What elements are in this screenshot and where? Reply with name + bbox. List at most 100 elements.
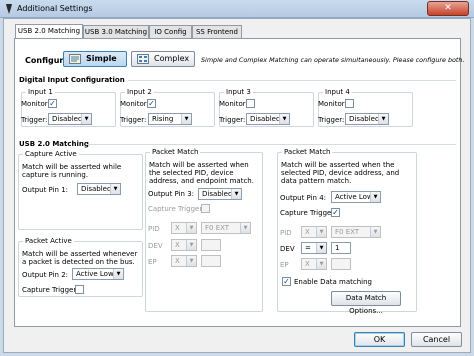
- chevron-down-icon: ▼: [378, 114, 388, 124]
- input-1-trigger-value: Disabled: [52, 115, 83, 123]
- digital-input-heading: Digital Input Configuration: [19, 76, 125, 84]
- input-4-monitor-checkbox[interactable]: [345, 99, 354, 108]
- output-pin-4-label: Output Pin 4:: [280, 194, 327, 202]
- output-pin-1-select[interactable]: Disabled ▼: [77, 183, 121, 195]
- chevron-down-icon: ▼: [186, 223, 196, 233]
- output-pin-3-label: Output Pin 3:: [148, 190, 195, 198]
- chevron-down-icon: ▼: [231, 189, 241, 199]
- ok-button[interactable]: OK: [354, 332, 405, 347]
- input-4-title: Input 4: [323, 88, 352, 96]
- packet-match-1-pid-value-select[interactable]: F0 EXT ▼: [201, 222, 251, 234]
- usb20-divider: [87, 144, 456, 145]
- chevron-down-icon: ▼: [316, 227, 326, 237]
- packet-match-1-dev-operator-value: X: [175, 241, 180, 249]
- capture-active-description: Match will be asserted while capture is …: [22, 163, 122, 179]
- packet-match-1-pid-value: F0 EXT: [205, 224, 230, 232]
- packet-match-1-ep-label: EP: [148, 258, 157, 266]
- chevron-down-icon: ▼: [240, 223, 250, 233]
- chevron-down-icon: ▼: [316, 243, 326, 253]
- chevron-down-icon: ▼: [186, 240, 196, 250]
- digital-input-divider: [128, 80, 456, 81]
- tab-io-config[interactable]: IO Config: [149, 25, 192, 38]
- output-pin-1-value: Disabled: [81, 185, 112, 193]
- packet-match-2-pid-label: PID: [280, 229, 292, 237]
- capture-active-title: Capture Active: [23, 150, 79, 158]
- input-3-title: Input 3: [224, 88, 253, 96]
- tab-usb30-matching[interactable]: USB 3.0 Matching: [83, 25, 149, 38]
- cancel-button[interactable]: Cancel: [411, 332, 462, 347]
- packet-match-2-dev-label: DEV: [280, 245, 295, 253]
- window-title: Additional Settings: [17, 4, 93, 13]
- input-2-trigger-select[interactable]: Rising ▼: [148, 113, 192, 125]
- complex-button[interactable]: Complex: [131, 51, 195, 67]
- chevron-down-icon: ▼: [370, 192, 380, 202]
- input-3-trigger-label: Trigger:: [219, 116, 246, 124]
- output-pin-3-select[interactable]: Disabled ▼: [198, 188, 242, 200]
- input-3-trigger-select[interactable]: Disabled ▼: [246, 113, 290, 125]
- input-2-trigger-label: Trigger:: [120, 116, 147, 124]
- input-4-trigger-label: Trigger:: [318, 116, 345, 124]
- tab-usb20-matching[interactable]: USB 2.0 Matching: [15, 24, 83, 38]
- input-2-monitor-checkbox[interactable]: ✓: [147, 99, 156, 108]
- input-1-monitor-checkbox[interactable]: ✓: [48, 99, 57, 108]
- enable-data-matching-checkbox[interactable]: ✓: [282, 277, 291, 286]
- simple-button-label: Simple: [86, 54, 117, 63]
- packet-match-2-pid-value-select[interactable]: F0 EXT ▼: [331, 226, 381, 238]
- packet-match-1-pid-operator-select[interactable]: X ▼: [171, 222, 197, 234]
- enable-data-matching-label: Enable Data matching: [294, 278, 372, 286]
- data-match-options-button[interactable]: Data Match Options...: [331, 291, 401, 315]
- input-3-trigger-value: Disabled: [250, 115, 281, 123]
- packet-match-1-ep-field[interactable]: [201, 255, 221, 267]
- app-icon: [6, 4, 12, 14]
- packet-match-2-capture-trigger-label: Capture Trigger:: [280, 209, 337, 217]
- simple-button[interactable]: Simple: [63, 51, 127, 67]
- input-4-monitor-label: Monitor:: [318, 100, 347, 108]
- output-pin-4-select[interactable]: Active Low ▼: [331, 191, 381, 203]
- output-pin-3-value: Disabled: [202, 190, 233, 198]
- input-2-monitor-label: Monitor:: [120, 100, 149, 108]
- packet-match-2-dev-operator-select[interactable]: = ▼: [301, 242, 327, 254]
- tab-ss-frontend[interactable]: SS Frontend: [192, 25, 242, 38]
- chevron-down-icon: ▼: [186, 256, 196, 266]
- packet-match-1-title: Packet Match: [150, 148, 201, 156]
- chevron-down-icon: ▼: [316, 259, 326, 269]
- input-3-monitor-label: Monitor:: [219, 100, 248, 108]
- packet-match-2-ep-operator-select[interactable]: X ▼: [301, 258, 327, 270]
- input-1-title: Input 1: [26, 88, 55, 96]
- packet-match-2-ep-operator-value: X: [305, 260, 310, 268]
- input-3-monitor-checkbox[interactable]: [246, 99, 255, 108]
- packet-match-2-title: Packet Match: [282, 148, 333, 156]
- chevron-down-icon: ▼: [279, 114, 289, 124]
- output-pin-2-select[interactable]: Active Low ▼: [72, 268, 124, 280]
- packet-active-capture-trigger-checkbox[interactable]: [75, 285, 84, 294]
- close-button[interactable]: ✕: [427, 1, 469, 16]
- packet-match-1-dev-operator-select[interactable]: X ▼: [171, 239, 197, 251]
- configure-note: Simple and Complex Matching can operate …: [201, 56, 465, 64]
- complex-button-label: Complex: [154, 54, 190, 63]
- packet-match-1-pid-label: PID: [148, 225, 160, 233]
- output-pin-4-value: Active Low: [335, 193, 373, 201]
- tab-panel: Configure: Simple Complex Simple and Com…: [14, 38, 465, 327]
- input-1-trigger-select[interactable]: Disabled ▼: [48, 113, 92, 125]
- packet-match-1-dev-field[interactable]: [201, 239, 221, 251]
- packet-match-2-description: Match will be asserted when the selected…: [281, 161, 400, 185]
- packet-match-1-pid-operator-value: X: [175, 224, 180, 232]
- packet-match-1-dev-label: DEV: [148, 242, 163, 250]
- packet-match-2-dev-operator-value: =: [305, 244, 311, 252]
- simple-mode-icon: [69, 54, 81, 64]
- packet-match-1-ep-operator-select[interactable]: X ▼: [171, 255, 197, 267]
- chevron-down-icon: ▼: [181, 114, 191, 124]
- packet-active-capture-trigger-label: Capture Trigger:: [22, 286, 79, 294]
- input-4-trigger-select[interactable]: Disabled ▼: [345, 113, 389, 125]
- packet-match-2-capture-trigger-checkbox[interactable]: ✓: [331, 208, 340, 217]
- packet-match-1-ep-operator-value: X: [175, 257, 180, 265]
- packet-active-description: Match will be asserted whenever a packet…: [22, 250, 138, 266]
- input-4-trigger-value: Disabled: [349, 115, 380, 123]
- packet-match-2-pid-operator-select[interactable]: X ▼: [301, 226, 327, 238]
- packet-match-2-dev-field[interactable]: 1: [331, 242, 351, 254]
- output-pin-1-label: Output Pin 1:: [22, 186, 69, 194]
- input-1-trigger-label: Trigger:: [21, 116, 48, 124]
- packet-match-2-pid-value: F0 EXT: [335, 228, 360, 236]
- packet-match-1-capture-trigger-checkbox[interactable]: [201, 204, 210, 213]
- packet-match-2-ep-field[interactable]: [331, 258, 351, 270]
